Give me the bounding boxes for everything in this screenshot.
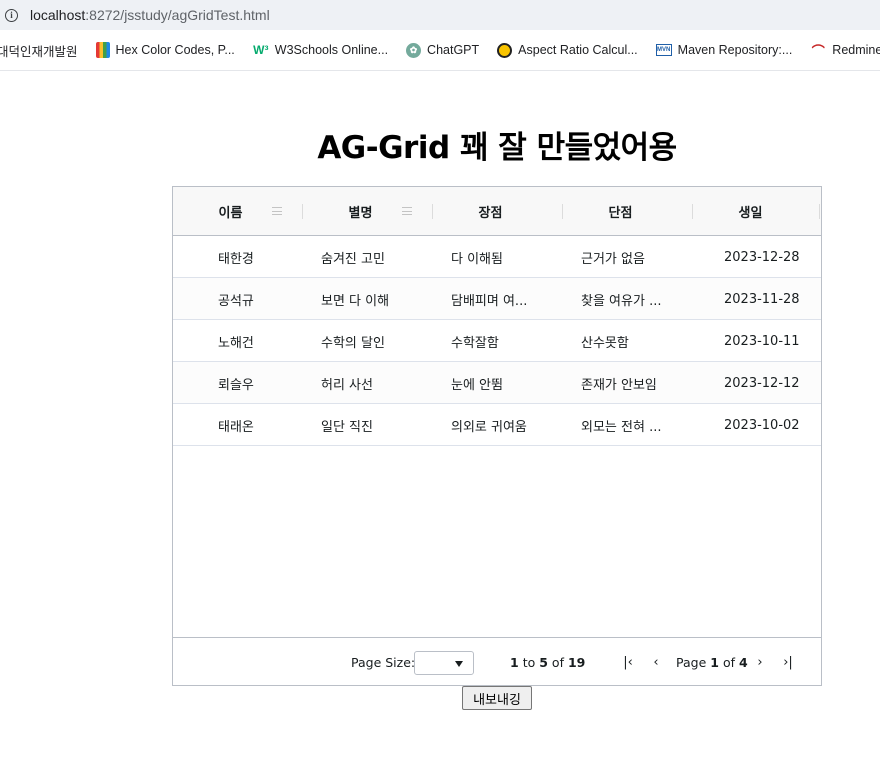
bookmarks-bar: 대덕인재개발원 Hex Color Codes, P... W³ W3School…: [0, 30, 880, 71]
previous-page-icon[interactable]: ‹: [649, 654, 663, 670]
cell-name[interactable]: 노해건: [218, 320, 298, 362]
last-page-icon[interactable]: ›|: [781, 654, 795, 670]
bookmark-chatgpt[interactable]: ✿ ChatGPT: [406, 42, 479, 58]
page-title: AG-Grid 꽤 잘 만들었어용: [317, 130, 677, 166]
table-row[interactable]: 태래온 일단 직진 의외로 귀여움 외모는 전혀 ... 2023-10-02: [173, 404, 821, 446]
cell-birthday[interactable]: 2023-12-12: [724, 362, 819, 404]
cell-weakness[interactable]: 외모는 전혀 ...: [581, 404, 687, 446]
cell-birthday[interactable]: 2023-12-28: [724, 236, 819, 278]
grid-header: 이름 별명 장점 단점 생일: [173, 187, 821, 236]
hex-color-icon: [95, 42, 110, 58]
maven-icon: MVN: [655, 44, 672, 56]
column-menu-icon[interactable]: [272, 207, 282, 216]
column-menu-icon[interactable]: [402, 207, 412, 216]
column-resize-handle[interactable]: [819, 204, 820, 219]
bookmark-daedeok[interactable]: 대덕인재개발원: [0, 41, 78, 60]
next-page-icon[interactable]: ›: [753, 654, 767, 670]
page-size-label: Page Size:: [351, 654, 416, 670]
column-header-name[interactable]: 이름: [173, 187, 288, 236]
cell-nickname[interactable]: 보면 다 이해: [321, 278, 429, 320]
chatgpt-icon: ✿: [406, 42, 422, 58]
cell-weakness[interactable]: 찾을 여유가 ...: [581, 278, 687, 320]
bookmark-hex-color[interactable]: Hex Color Codes, P...: [95, 42, 235, 58]
bookmark-maven[interactable]: MVN Maven Repository:...: [655, 43, 792, 57]
cell-name[interactable]: 뢰슬우: [218, 362, 298, 404]
aspect-ratio-icon: [497, 42, 513, 58]
cell-weakness[interactable]: 산수못함: [581, 320, 687, 362]
bookmark-aspect-ratio[interactable]: Aspect Ratio Calcul...: [497, 42, 638, 58]
bookmark-redmine[interactable]: ⌒ Redmine: [810, 42, 880, 59]
cell-nickname[interactable]: 숨겨진 고민: [321, 236, 429, 278]
address-bar[interactable]: i localhost:8272/jsstudy/agGridTest.html: [0, 0, 880, 30]
data-grid: 이름 별명 장점 단점 생일 태한경 숨겨진 고민 다 이해됨 근거가 없음 2…: [172, 186, 822, 686]
cell-nickname[interactable]: 수학의 달인: [321, 320, 429, 362]
page-size-select[interactable]: [414, 651, 474, 675]
row-summary: 1 to 5 of 19: [510, 654, 586, 670]
column-header-nickname[interactable]: 별명: [303, 187, 418, 236]
cell-weakness[interactable]: 근거가 없음: [581, 236, 687, 278]
redmine-icon: ⌒: [811, 43, 825, 59]
bookmark-w3schools[interactable]: W³ W3Schools Online...: [253, 42, 388, 58]
chevron-down-icon: [455, 661, 463, 667]
cell-strength[interactable]: 의외로 귀여움: [451, 404, 557, 446]
column-header-weakness[interactable]: 단점: [563, 187, 678, 236]
cell-strength[interactable]: 담배피며 여...: [451, 278, 557, 320]
cell-name[interactable]: 태래온: [218, 404, 298, 446]
cell-strength[interactable]: 수학잘함: [451, 320, 557, 362]
pagination-panel: Page Size: 1 to 5 of 19 |‹ ‹ Page 1 of 4…: [173, 637, 821, 685]
table-row[interactable]: 노해건 수학의 달인 수학잘함 산수못함 2023-10-11: [173, 320, 821, 362]
cell-nickname[interactable]: 허리 사선: [321, 362, 429, 404]
cell-weakness[interactable]: 존재가 안보임: [581, 362, 687, 404]
cell-strength[interactable]: 눈에 안뜀: [451, 362, 557, 404]
table-row[interactable]: 공석규 보면 다 이해 담배피며 여... 찾을 여유가 ... 2023-11…: [173, 278, 821, 320]
column-header-strength[interactable]: 장점: [433, 187, 548, 236]
cell-birthday[interactable]: 2023-10-11: [724, 320, 819, 362]
page-summary: Page 1 of 4: [676, 654, 748, 670]
w3schools-icon: W³: [253, 43, 269, 57]
site-info-icon[interactable]: i: [5, 8, 18, 22]
cell-name[interactable]: 태한경: [218, 236, 298, 278]
cell-birthday[interactable]: 2023-10-02: [724, 404, 819, 446]
cell-nickname[interactable]: 일단 직진: [321, 404, 429, 446]
table-row[interactable]: 태한경 숨겨진 고민 다 이해됨 근거가 없음 2023-12-28: [173, 236, 821, 278]
first-page-icon[interactable]: |‹: [621, 654, 635, 670]
export-button[interactable]: 내보내깅: [462, 686, 532, 710]
column-header-birthday[interactable]: 생일: [693, 187, 808, 236]
url-text[interactable]: localhost:8272/jsstudy/agGridTest.html: [30, 7, 270, 23]
cell-name[interactable]: 공석규: [218, 278, 298, 320]
table-row[interactable]: 뢰슬우 허리 사선 눈에 안뜀 존재가 안보임 2023-12-12: [173, 362, 821, 404]
cell-birthday[interactable]: 2023-11-28: [724, 278, 819, 320]
cell-strength[interactable]: 다 이해됨: [451, 236, 557, 278]
